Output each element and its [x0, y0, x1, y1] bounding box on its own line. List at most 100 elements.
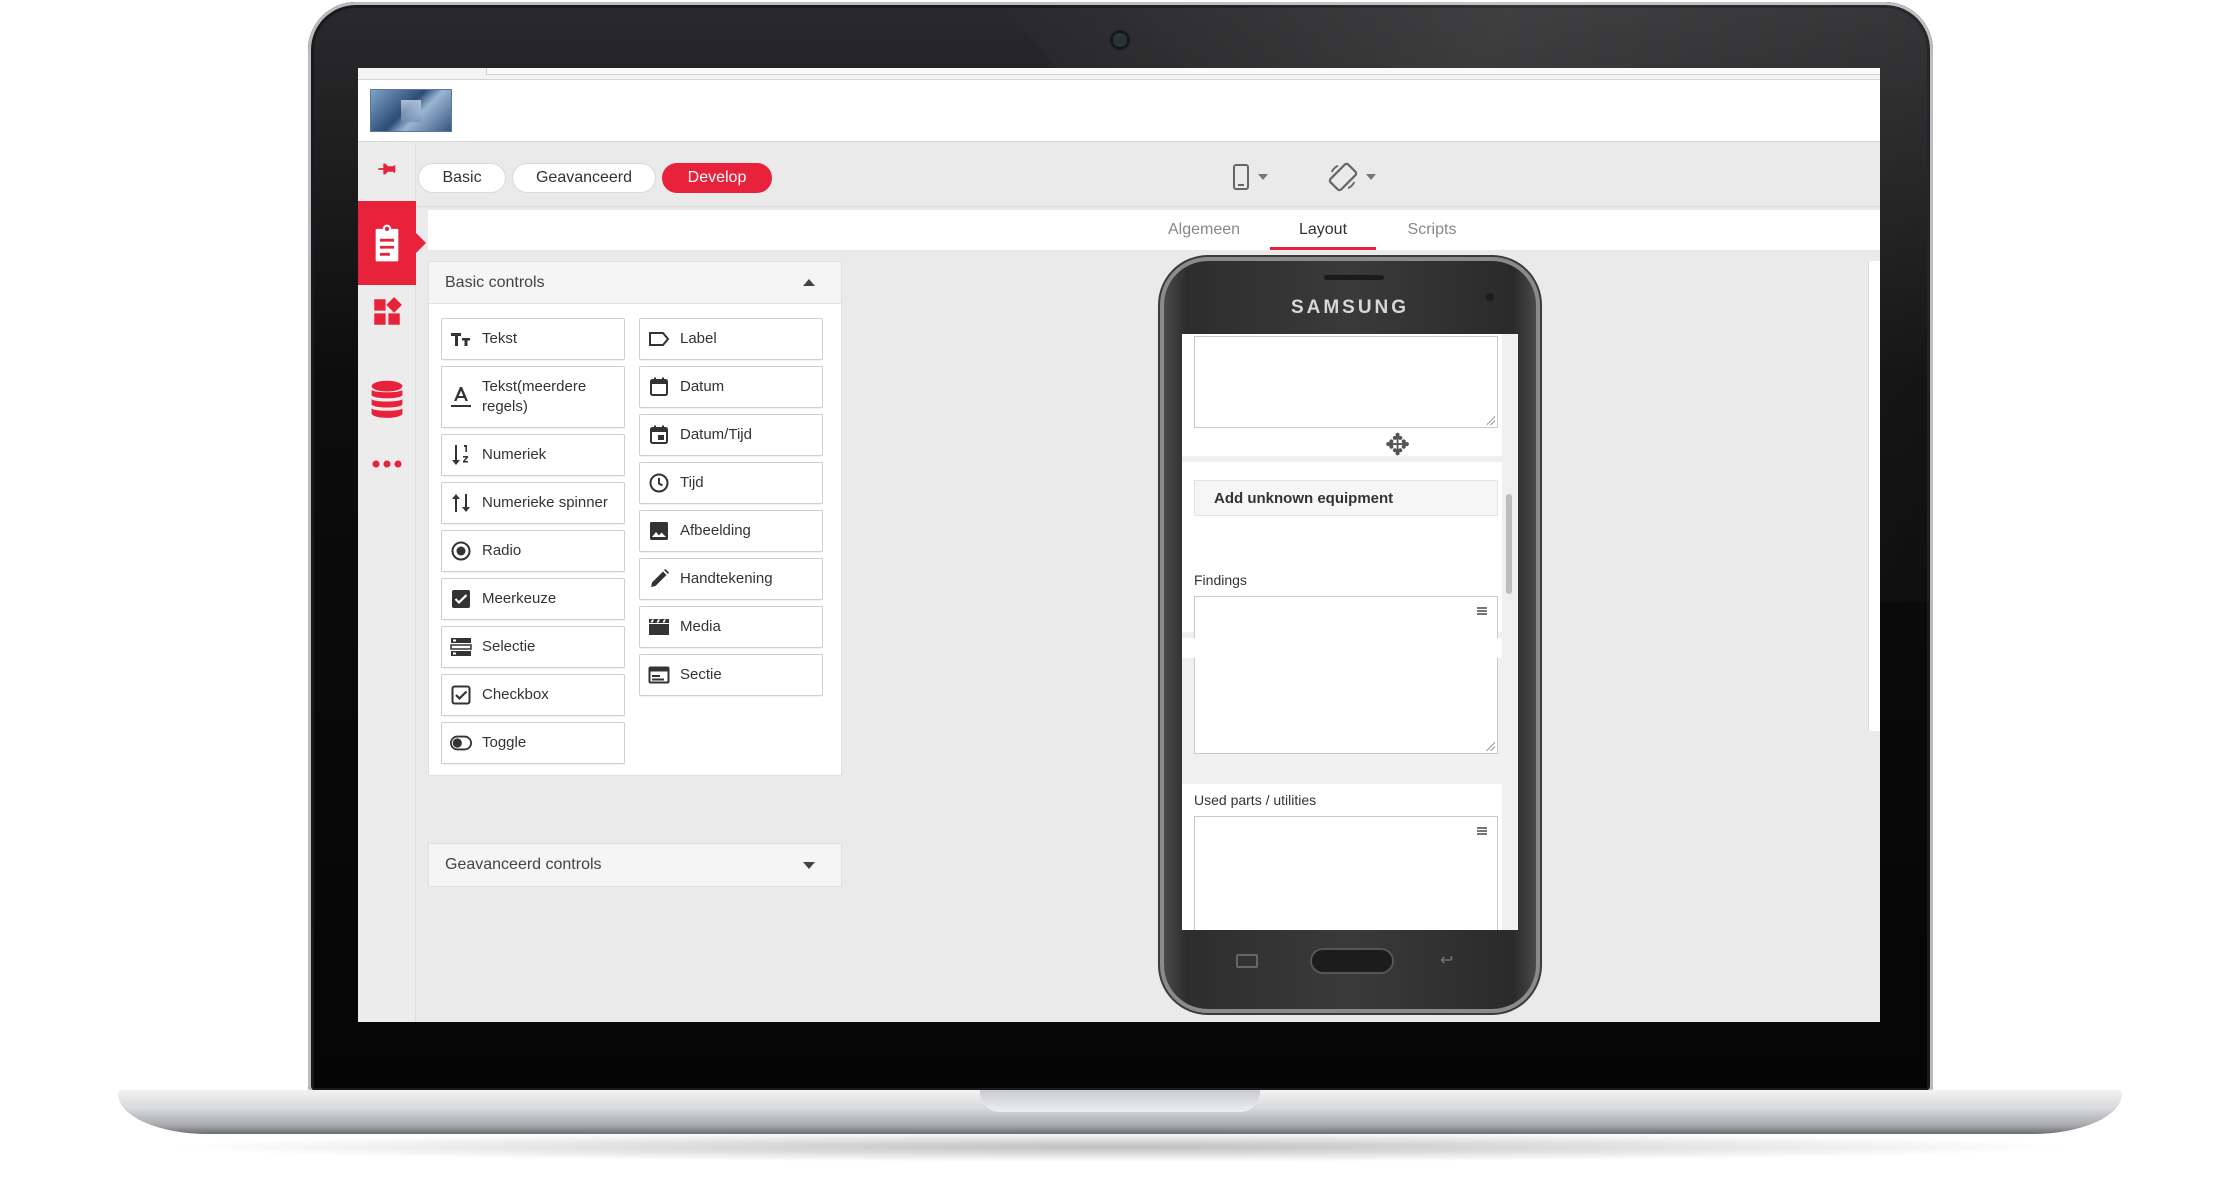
- mode-advanced-button[interactable]: Geavanceerd: [512, 163, 656, 193]
- rotate-icon: [1328, 162, 1358, 192]
- laptop-mockup: Basic Geavanceerd Develop Algemeen Layou…: [0, 0, 2240, 1196]
- used-parts-card: Used parts / utilities: [1182, 784, 1502, 930]
- app-screen: Basic Geavanceerd Develop Algemeen Layou…: [358, 68, 1880, 1022]
- control-selectie[interactable]: Selectie: [441, 626, 625, 668]
- control-label: Numerieke spinner: [482, 494, 608, 511]
- control-label: Handtekening: [680, 570, 773, 587]
- control-afbeelding[interactable]: Afbeelding: [639, 510, 823, 552]
- control-datum[interactable]: Datum: [639, 366, 823, 408]
- control-label-field[interactable]: Label: [639, 318, 823, 360]
- form-gap: [1182, 638, 1502, 658]
- widgets-icon[interactable]: [358, 283, 416, 341]
- tab-algemeen[interactable]: Algemeen: [1154, 210, 1254, 250]
- radio-icon: [450, 540, 472, 562]
- control-label: Tekst: [482, 330, 518, 347]
- phone-screen: Add unknown equipment Findings Used part…: [1182, 334, 1518, 930]
- editor-tabs: Algemeen Layout Scripts: [428, 210, 1880, 250]
- control-label: Media: [680, 618, 721, 635]
- app-header: [358, 80, 1880, 142]
- section-add-unknown-equipment[interactable]: Add unknown equipment: [1194, 480, 1498, 516]
- pen-icon: [648, 568, 670, 590]
- checkbox-outline-icon: [450, 684, 472, 706]
- database-icon[interactable]: [358, 371, 416, 429]
- mode-toolbar: Basic Geavanceerd Develop: [416, 143, 1880, 207]
- control-tekst[interactable]: Tekst: [441, 318, 625, 360]
- phone-preview: SAMSUNG Add unknown equipment Findings U…: [1164, 261, 1536, 1009]
- control-numeriek[interactable]: Numeriek: [441, 434, 625, 476]
- phone-speaker: [1324, 275, 1384, 280]
- control-media[interactable]: Media: [639, 606, 823, 648]
- toggle-icon: [450, 732, 472, 754]
- orientation-dropdown[interactable]: [1328, 161, 1376, 193]
- device-dropdown[interactable]: [1232, 161, 1268, 193]
- used-parts-textarea[interactable]: [1194, 816, 1498, 930]
- control-label: Datum: [680, 378, 725, 395]
- control-numerieke-spinner[interactable]: Numerieke spinner: [441, 482, 625, 524]
- mode-develop-button[interactable]: Develop: [662, 163, 772, 193]
- laptop-shadow: [160, 1132, 2080, 1162]
- drag-handle-icon[interactable]: [1477, 607, 1487, 615]
- side-rail: [358, 143, 426, 1022]
- phone-brand: SAMSUNG: [1290, 297, 1410, 318]
- control-label: Toggle: [482, 734, 527, 751]
- control-label: Datum/Tijd: [680, 426, 752, 443]
- clipboard-icon[interactable]: [358, 201, 426, 285]
- basic-controls-header[interactable]: Basic controls: [429, 262, 841, 304]
- move-cursor-icon: ✥: [1385, 429, 1411, 462]
- pin-icon[interactable]: [358, 147, 416, 191]
- spinner-arrows-icon: [450, 492, 472, 514]
- form-textarea[interactable]: [1194, 336, 1498, 428]
- chevron-down-icon: [1366, 174, 1376, 180]
- form-section-card: Add unknown equipment Findings: [1182, 462, 1502, 754]
- phone-scrollbar[interactable]: [1506, 494, 1512, 594]
- control-checkbox[interactable]: Checkbox: [441, 674, 625, 716]
- control-label: Meerkeuze: [482, 590, 557, 607]
- properties-panel-edge: [1868, 261, 1880, 731]
- section-title: Add unknown equipment: [1214, 489, 1394, 507]
- mode-basic-button[interactable]: Basic: [418, 163, 506, 193]
- findings-textarea[interactable]: [1194, 596, 1498, 754]
- used-parts-label: Used parts / utilities: [1194, 792, 1317, 808]
- control-label: Selectie: [482, 638, 536, 655]
- label-tag-icon: [648, 328, 670, 350]
- collapse-icon: [803, 279, 815, 286]
- control-datum-tijd[interactable]: Datum/Tijd: [639, 414, 823, 456]
- control-tijd[interactable]: Tijd: [639, 462, 823, 504]
- findings-label: Findings: [1194, 572, 1247, 588]
- control-label: Sectie: [680, 666, 722, 683]
- tab-scripts[interactable]: Scripts: [1384, 210, 1480, 250]
- controls-grid: Tekst Tekst(meerdere regels) Numeriek Nu…: [429, 304, 841, 775]
- control-handtekening[interactable]: Handtekening: [639, 558, 823, 600]
- tab-layout[interactable]: Layout: [1270, 210, 1376, 250]
- basic-controls-panel: Basic controls Tekst Tekst(meerdere rege…: [428, 261, 842, 776]
- calendar-time-icon: [648, 424, 670, 446]
- browser-chrome: [358, 68, 1880, 80]
- chevron-down-icon: [1258, 174, 1268, 180]
- section-icon: [648, 664, 670, 686]
- clapperboard-icon: [648, 616, 670, 638]
- control-label: Tekst(meerdere regels): [482, 378, 587, 415]
- advanced-controls-header[interactable]: Geavanceerd controls: [428, 843, 842, 887]
- drag-handle-icon[interactable]: [1477, 827, 1487, 835]
- calendar-icon: [648, 376, 670, 398]
- image-icon: [648, 520, 670, 542]
- company-logo[interactable]: [370, 89, 452, 132]
- checkbox-checked-icon: [450, 588, 472, 610]
- form-card: [1182, 334, 1502, 456]
- control-radio[interactable]: Radio: [441, 530, 625, 572]
- list-select-icon: [450, 636, 472, 658]
- recent-apps-icon: [1236, 954, 1258, 968]
- control-toggle[interactable]: Toggle: [441, 722, 625, 764]
- text-size-icon: [450, 328, 472, 350]
- text-multiline-icon: [450, 386, 472, 408]
- control-tekst-multiline[interactable]: Tekst(meerdere regels): [441, 366, 625, 428]
- more-icon[interactable]: [358, 435, 416, 493]
- webcam-icon: [1113, 33, 1127, 47]
- control-label: Label: [680, 330, 717, 347]
- control-label: Checkbox: [482, 686, 549, 703]
- control-sectie[interactable]: Sectie: [639, 654, 823, 696]
- clock-icon: [648, 472, 670, 494]
- control-label: Afbeelding: [680, 522, 751, 539]
- control-label: Numeriek: [482, 446, 547, 463]
- control-meerkeuze[interactable]: Meerkeuze: [441, 578, 625, 620]
